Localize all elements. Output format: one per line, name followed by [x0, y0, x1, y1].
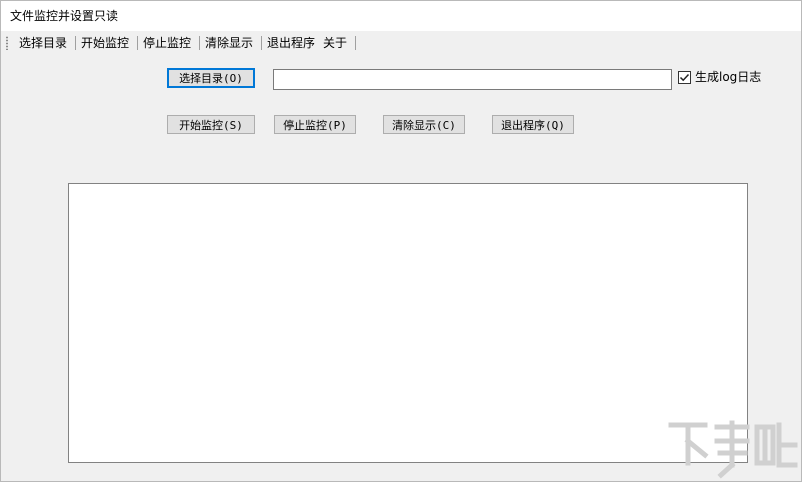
window-title: 文件监控并设置只读 [10, 9, 119, 23]
menu-bar: 选择目录 开始监控 停止监控 清除显示 退出程序 关于 [1, 32, 801, 54]
menu-item-select-dir[interactable]: 选择目录 [19, 36, 67, 50]
stop-monitor-button[interactable]: 停止监控(P) [274, 115, 356, 134]
title-bar: 文件监控并设置只读 [1, 1, 801, 31]
clear-display-button[interactable]: 清除显示(C) [383, 115, 465, 134]
checkmark-icon [679, 73, 690, 82]
start-monitor-button[interactable]: 开始监控(S) [167, 115, 255, 134]
menu-separator [261, 36, 262, 50]
toolbar-grip-icon[interactable] [6, 36, 8, 50]
app-window: 文件监控并设置只读 选择目录 开始监控 停止监控 清除显示 退出程序 关于 选择… [0, 0, 802, 482]
menu-item-stop[interactable]: 停止监控 [143, 36, 191, 50]
log-output-area[interactable] [68, 183, 748, 463]
menu-item-clear[interactable]: 清除显示 [205, 36, 253, 50]
checkbox-box[interactable] [678, 71, 691, 84]
exit-program-button[interactable]: 退出程序(Q) [492, 115, 574, 134]
menu-item-about[interactable]: 关于 [323, 36, 347, 50]
menu-item-start[interactable]: 开始监控 [81, 36, 129, 50]
generate-log-label: 生成log日志 [695, 70, 762, 84]
menu-item-exit[interactable]: 退出程序 [267, 36, 315, 50]
menu-separator [355, 36, 356, 50]
select-directory-button[interactable]: 选择目录(O) [167, 68, 255, 88]
menu-separator [199, 36, 200, 50]
directory-path-input[interactable] [273, 69, 672, 90]
menu-separator [75, 36, 76, 50]
menu-separator [137, 36, 138, 50]
watermark-logo-icon [668, 420, 798, 479]
